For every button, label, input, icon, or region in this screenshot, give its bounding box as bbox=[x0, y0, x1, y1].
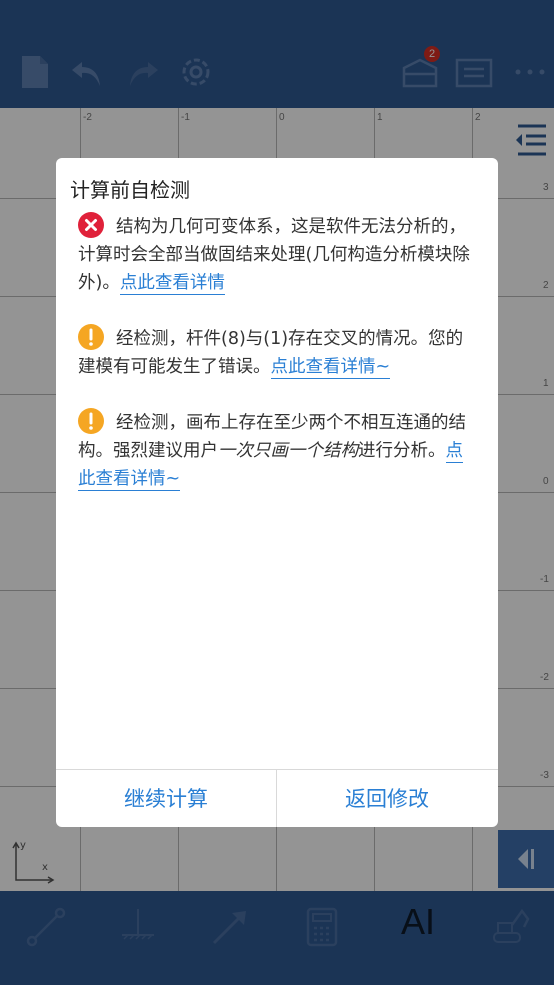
warning-message-emphasis: 一次只画一个结构 bbox=[218, 441, 358, 461]
warning-message-text: 进行分析。 bbox=[358, 441, 446, 461]
back-to-edit-button[interactable]: 返回修改 bbox=[277, 770, 497, 827]
warning-message: 经检测，画布上存在至少两个不相互连通的结构。强烈建议用户一次只画一个结构进行分析… bbox=[78, 408, 478, 493]
dialog-title: 计算前自检测 bbox=[70, 178, 190, 202]
warning-icon bbox=[78, 408, 104, 434]
details-link[interactable]: 点此查看详情~ bbox=[270, 357, 391, 379]
error-message: 结构为几何可变体系，这是软件无法分析的，计算时会全部当做固结来处理(几何构造分析… bbox=[78, 212, 478, 297]
error-icon bbox=[78, 212, 104, 238]
dialog-footer: 继续计算 返回修改 bbox=[56, 769, 498, 827]
warning-icon bbox=[78, 324, 104, 350]
details-link[interactable]: 点此查看详情 bbox=[119, 273, 225, 295]
self-check-dialog: 计算前自检测 结构为几何可变体系，这是软件无法分析的，计算时会全部当做固结来处理… bbox=[56, 158, 498, 827]
continue-calculation-button[interactable]: 继续计算 bbox=[56, 770, 276, 827]
warning-message: 经检测，杆件(8)与(1)存在交叉的情况。您的建模有可能发生了错误。点此查看详情… bbox=[78, 324, 478, 381]
